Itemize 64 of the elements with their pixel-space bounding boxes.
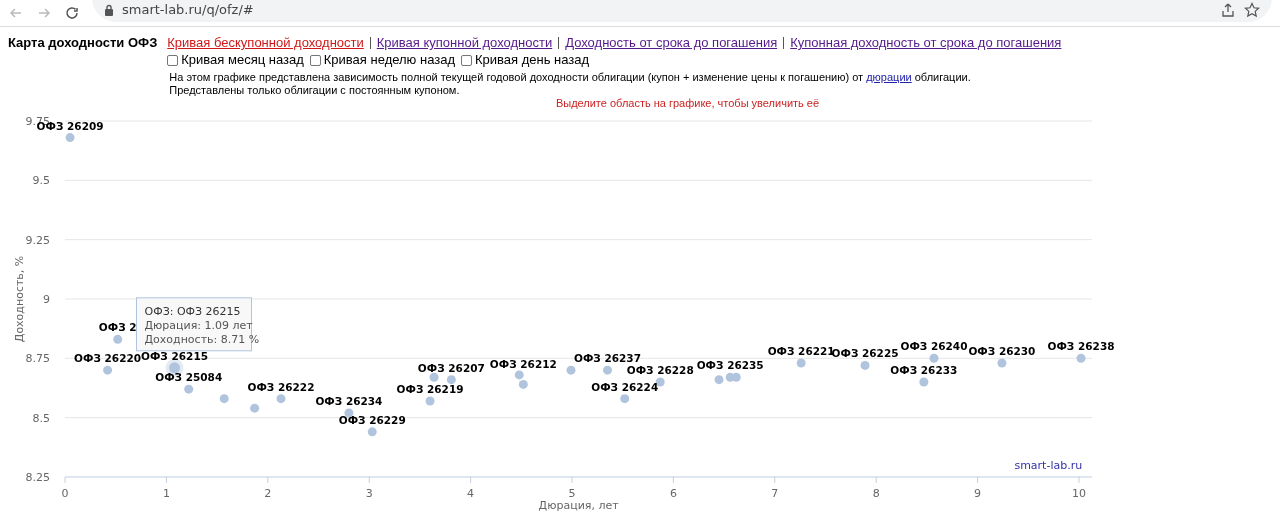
y-tick-label: 9	[43, 293, 50, 306]
checkbox[interactable]	[309, 54, 321, 66]
y-tick-label: 9.25	[25, 233, 50, 247]
duration-link[interactable]: дюрации	[866, 71, 912, 83]
point-label: ОФЗ 26234	[315, 394, 383, 407]
point-label: ОФЗ 26235	[696, 359, 764, 372]
star-icon[interactable]	[1244, 2, 1260, 18]
x-axis-title: Дюрация, лет	[538, 498, 619, 512]
point-label: ОФЗ 26237	[574, 352, 641, 365]
point-label: ОФЗ 25084	[155, 371, 223, 384]
y-tick-label: 9.5	[32, 174, 50, 188]
description-text: На этом графике представлена зависимость полной текущей годовой доходности облигации (купон + изменение цены к погашению) от дюрации облигации.	[169, 71, 972, 84]
point-label: ОФЗ 26238	[1047, 340, 1115, 353]
data-point[interactable]	[344, 408, 354, 418]
lock-icon	[104, 4, 114, 16]
x-tick-label: 0	[61, 486, 69, 500]
point-label: ОФЗ 26230	[968, 345, 1036, 358]
x-tick-label: 7	[771, 486, 779, 500]
reload-icon[interactable]	[64, 5, 80, 21]
page-title: Карта доходности ОФЗ	[8, 35, 158, 51]
x-tick-label: 4	[467, 486, 475, 500]
y-tick-label: 8.25	[25, 470, 50, 484]
tooltip-title: ОФЗ: ОФЗ 26215	[144, 304, 241, 318]
checkbox-option[interactable]: Кривая месяц назад	[167, 52, 304, 68]
x-tick-label: 3	[365, 486, 373, 500]
point-label: ОФЗ 26215	[141, 349, 208, 362]
tooltip-line: Дюрация: 1.09 лет	[144, 318, 253, 332]
point-label: ОФЗ 2	[98, 321, 137, 334]
y-tick-label: 8.75	[25, 352, 50, 366]
checkbox[interactable]	[167, 54, 179, 66]
nav-link[interactable]: Кривая бескупонной доходности	[167, 35, 364, 51]
x-tick-label: 10	[1072, 486, 1086, 500]
point-label: ОФЗ 26219	[396, 383, 464, 395]
share-icon[interactable]	[1220, 2, 1236, 18]
point-label: ОФЗ 26207	[417, 361, 485, 374]
checkbox[interactable]	[461, 54, 472, 66]
nav-link[interactable]: Доходность от срока до погашения	[565, 35, 778, 51]
zoom-hint: Выделите область на графике, чтобы увеличить её	[555, 97, 820, 109]
url-text: smart-lab.ru/q/ofz/#	[122, 1, 254, 20]
point-label: ОФЗ 26220	[74, 352, 142, 365]
x-tick-label: 8	[872, 486, 880, 500]
address-bar[interactable]: smart-lab.ru/q/ofz/#	[92, 0, 1272, 22]
nav-link[interactable]: Кривая купонной доходности	[376, 35, 553, 51]
nav-link[interactable]: Купонная доходность от срока до погашения	[790, 35, 1062, 51]
tooltip-line: Доходность: 8.71 %	[144, 332, 260, 346]
x-tick-label: 1	[162, 486, 170, 500]
chart-credit[interactable]: smart-lab.ru	[1014, 458, 1083, 472]
point-label: ОФЗ 26224	[591, 380, 659, 393]
description-note: Представлены только облигации с постоянным купоном.	[169, 84, 461, 97]
point-label: ОФЗ 26222	[247, 380, 315, 393]
checkbox-option[interactable]: Кривая неделю назад	[309, 52, 455, 68]
data-point[interactable]	[169, 362, 180, 374]
x-tick-label: 9	[974, 486, 982, 500]
point-label: ОФЗ 26240	[900, 340, 968, 353]
point-label: ОФЗ 26212	[489, 358, 557, 371]
x-tick-label: 5	[568, 486, 576, 500]
y-axis-title: Доходность, %	[13, 255, 26, 343]
point-label: ОФЗ 26229	[338, 413, 406, 426]
y-tick-label: 8.5	[32, 411, 50, 425]
point-label: ОФЗ 26233	[890, 364, 958, 377]
x-tick-label: 2	[264, 486, 272, 500]
checkbox-option[interactable]: Кривая день назад	[461, 52, 590, 68]
point-label: ОФЗ 26228	[626, 364, 694, 377]
x-tick-label: 6	[669, 486, 677, 500]
